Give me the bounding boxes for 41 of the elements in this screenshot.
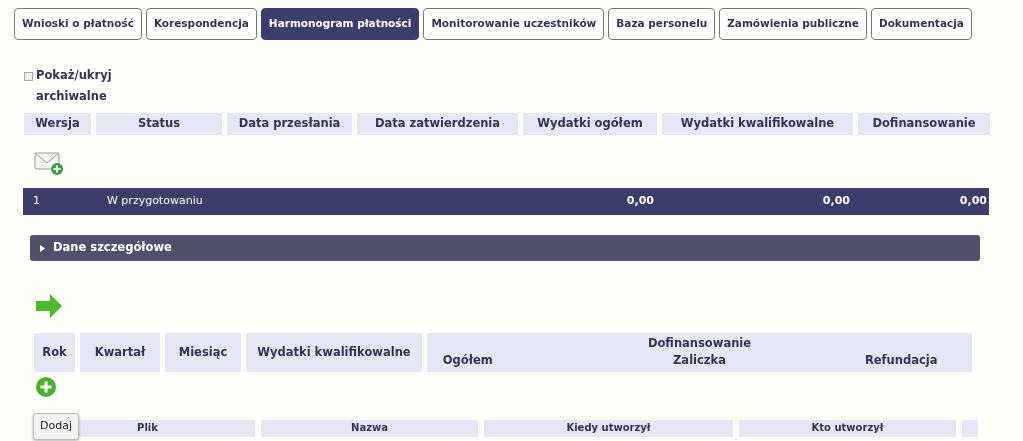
- table-cell-text: 1: [32, 193, 41, 210]
- tab[interactable]: Zamówienia publiczne: [719, 8, 867, 40]
- tab[interactable]: Dokumentacja: [870, 8, 972, 40]
- column-header: Kwartał: [80, 333, 160, 372]
- tooltip: Dodaj: [33, 413, 79, 440]
- column-header: Status: [96, 113, 222, 135]
- tab[interactable]: Baza personelu: [608, 8, 716, 40]
- column-header: Nazwa: [261, 420, 478, 437]
- add-icon[interactable]: [35, 376, 57, 398]
- checkbox[interactable]: [24, 72, 33, 81]
- column-header: Wydatki kwalifikowalne: [662, 113, 853, 135]
- panel-title: Dane szczegółowe: [53, 239, 172, 257]
- column-header: Dofinansowanie: [858, 113, 990, 135]
- new-message-icon[interactable]: [34, 151, 64, 176]
- table-cell-text: W przygotowaniu: [106, 193, 204, 210]
- tab[interactable]: Wnioski o płatność: [14, 8, 142, 40]
- column-header: Wydatki ogółem: [523, 113, 657, 135]
- column-header: Data przesłania: [227, 113, 352, 135]
- column-header: Wydatki kwalifikowalne: [246, 333, 422, 372]
- table-cell-text: 0,00: [625, 193, 655, 210]
- column-header: Miesiąc: [165, 333, 241, 372]
- column-header: Ogółem: [441, 352, 494, 370]
- table-cell-text: 0,00: [821, 193, 851, 210]
- column-header: Refundacja: [863, 352, 939, 370]
- column-header: Kto utworzył: [739, 420, 956, 437]
- column-header: Wersja: [24, 113, 91, 135]
- tab[interactable]: Monitorowanie uczestników: [423, 8, 605, 40]
- checkbox-label[interactable]: Pokaż/ukryj archiwalne: [36, 65, 116, 107]
- column-header: Zaliczka: [672, 352, 727, 370]
- caret-icon: [40, 244, 45, 252]
- details-panel[interactable]: Dane szczegółowe: [30, 235, 980, 261]
- column-header: Rok: [34, 333, 75, 372]
- tab[interactable]: Korespondencja: [145, 8, 257, 40]
- tab[interactable]: Harmonogram płatności: [260, 8, 420, 40]
- right-arrow-icon[interactable]: [35, 293, 63, 319]
- table-cell-text: 0,00: [958, 193, 988, 210]
- group-title: Dofinansowanie: [646, 335, 753, 352]
- column-header: [962, 420, 978, 437]
- column-header: Kiedy utworzył: [484, 420, 733, 437]
- column-header: Data zatwierdzenia: [357, 113, 518, 135]
- table-row[interactable]: 1 W przygotowaniu 0,00 0,00 0,00: [23, 188, 989, 215]
